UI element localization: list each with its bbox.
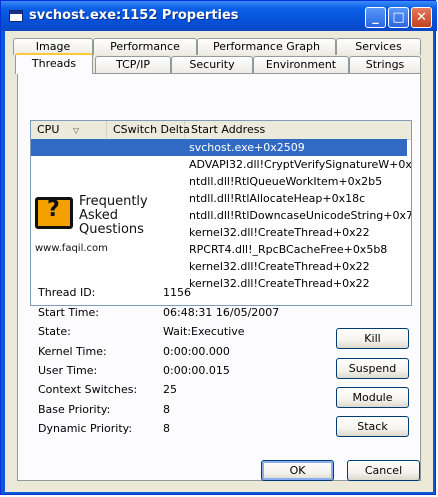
thread-id-label: Thread ID: bbox=[38, 286, 96, 299]
state-value: Wait:Executive bbox=[163, 325, 245, 338]
dialog-client-area: Image Performance Performance Graph Serv… bbox=[5, 31, 433, 492]
user-time-value: 0:00:00.015 bbox=[163, 364, 230, 377]
start-address-cell: ntdll.dll!RtlDowncaseUnicodeString+0x75 bbox=[189, 209, 412, 222]
watermark-line-3: Questions bbox=[79, 222, 144, 237]
start-time-value: 06:48:31 16/05/2007 bbox=[163, 306, 280, 319]
maximize-button[interactable]: □ bbox=[388, 7, 409, 28]
base-priority-value: 8 bbox=[163, 403, 170, 416]
column-cpu-label: CPU bbox=[37, 123, 60, 136]
tab-strings[interactable]: Strings bbox=[349, 56, 421, 73]
module-button[interactable]: Module bbox=[336, 387, 409, 408]
window-title: svchost.exe:1152 Properties bbox=[29, 8, 239, 23]
question-mark-icon bbox=[35, 197, 73, 229]
start-address-cell: kernel32.dll!CreateThread+0x22 bbox=[189, 260, 370, 273]
tab-security[interactable]: Security bbox=[171, 56, 253, 73]
suspend-button[interactable]: Suspend bbox=[336, 358, 409, 379]
tab-performance[interactable]: Performance bbox=[93, 38, 197, 55]
tab-services[interactable]: Services bbox=[336, 38, 421, 55]
dynamic-priority-label: Dynamic Priority: bbox=[38, 422, 133, 435]
start-time-label: Start Time: bbox=[38, 306, 99, 319]
start-address-cell: ntdll.dll!RtlQueueWorkItem+0x2b5 bbox=[189, 175, 383, 188]
thread-row[interactable]: ntdll.dll!RtlQueueWorkItem+0x2b5 bbox=[31, 173, 407, 190]
base-priority-label: Base Priority: bbox=[38, 403, 111, 416]
minimize-icon: _ bbox=[372, 10, 379, 25]
start-address-cell: kernel32.dll!CreateThread+0x22 bbox=[189, 226, 370, 239]
tab-threads[interactable]: Threads bbox=[15, 53, 93, 74]
column-header-start-address[interactable]: Start Address bbox=[185, 121, 411, 138]
column-header-cpu[interactable]: CPU ▽ bbox=[31, 121, 107, 138]
cancel-button[interactable]: Cancel bbox=[347, 460, 420, 481]
thread-id-value: 1156 bbox=[163, 286, 191, 299]
context-switches-value: 25 bbox=[163, 383, 177, 396]
start-address-cell: kernel32.dll!CreateThread+0x22 bbox=[189, 277, 370, 290]
start-address-cell: svchost.exe+0x2509 bbox=[189, 141, 305, 154]
tab-tcp-ip[interactable]: TCP/IP bbox=[95, 56, 171, 73]
stack-button[interactable]: Stack bbox=[336, 416, 409, 437]
kill-button[interactable]: Kill bbox=[336, 328, 409, 349]
title-bar[interactable]: svchost.exe:1152 Properties _ □ ✕ bbox=[1, 1, 437, 31]
threads-tab-panel: CPU ▽ CSwitch Delta Start Address svchos… bbox=[17, 73, 421, 481]
watermark-line-2: Asked bbox=[79, 208, 118, 223]
ok-button[interactable]: OK bbox=[261, 460, 334, 481]
column-header-cswitch-delta[interactable]: CSwitch Delta bbox=[107, 121, 190, 138]
close-button[interactable]: ✕ bbox=[411, 7, 432, 28]
user-time-label: User Time: bbox=[38, 364, 98, 377]
context-switches-label: Context Switches: bbox=[38, 383, 138, 396]
watermark-line-1: Frequently bbox=[79, 194, 148, 209]
thread-row[interactable]: ADVAPI32.dll!CryptVerifySignatureW+0x17 bbox=[31, 156, 411, 173]
faq-watermark-logo: Frequently Asked Questions www.faqil.com bbox=[33, 195, 148, 265]
start-address-cell: RPCRT4.dll!_RpcBCacheFree+0x5b8 bbox=[189, 243, 388, 256]
state-label: State: bbox=[38, 325, 71, 338]
thread-list-header: CPU ▽ CSwitch Delta Start Address bbox=[31, 121, 411, 140]
properties-window: svchost.exe:1152 Properties _ □ ✕ Image … bbox=[0, 0, 437, 495]
thread-list[interactable]: CPU ▽ CSwitch Delta Start Address svchos… bbox=[30, 120, 412, 306]
maximize-icon: □ bbox=[392, 10, 405, 25]
kernel-time-value: 0:00:00.000 bbox=[163, 345, 230, 358]
minimize-button[interactable]: _ bbox=[365, 7, 386, 28]
watermark-text: Frequently Asked Questions bbox=[79, 195, 148, 237]
window-app-icon bbox=[9, 10, 23, 22]
tab-environment[interactable]: Environment bbox=[253, 56, 349, 73]
start-address-cell: ADVAPI32.dll!CryptVerifySignatureW+0x17 bbox=[189, 158, 412, 171]
thread-row-selected[interactable]: svchost.exe+0x2509 bbox=[31, 139, 407, 156]
sort-descending-icon: ▽ bbox=[73, 126, 80, 135]
start-address-cell: ntdll.dll!RtlAllocateHeap+0x18c bbox=[189, 192, 366, 205]
close-icon: ✕ bbox=[416, 10, 427, 25]
kernel-time-label: Kernel Time: bbox=[38, 345, 107, 358]
watermark-url: www.faqil.com bbox=[35, 243, 108, 254]
dynamic-priority-value: 8 bbox=[163, 422, 170, 435]
tab-performance-graph[interactable]: Performance Graph bbox=[197, 38, 336, 55]
